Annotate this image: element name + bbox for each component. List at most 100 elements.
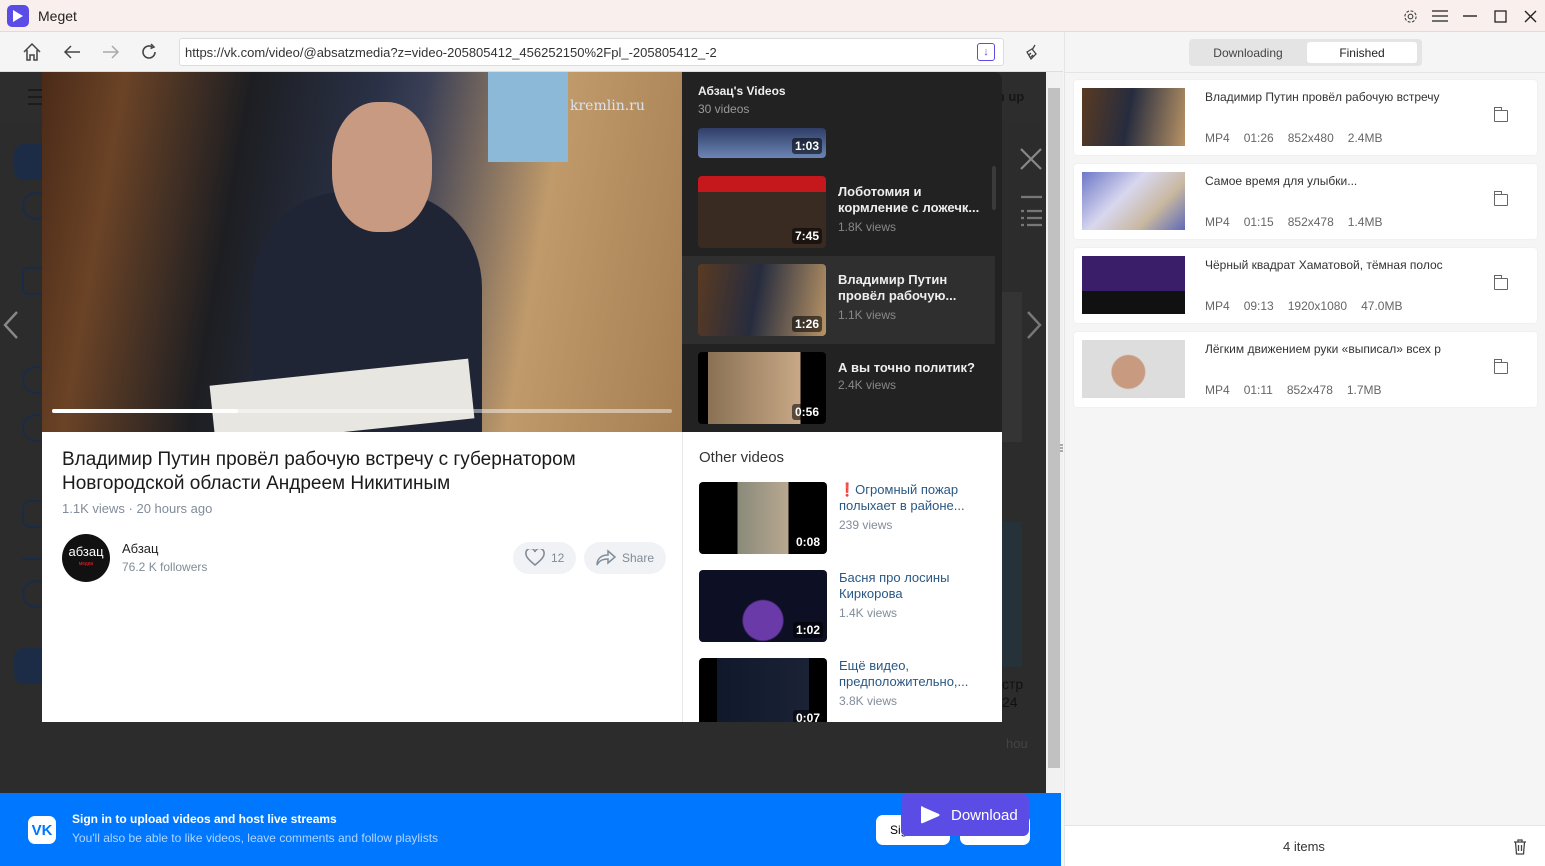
playlist-toggle-icon[interactable]: [1021, 209, 1042, 232]
download-meta: MP4 09:13 1920x1080 47.0MB: [1205, 299, 1416, 313]
folder-icon[interactable]: [1493, 275, 1508, 290]
share-label: Share: [622, 551, 655, 565]
download-title: Чёрный квадрат Хаматовой, тёмная полос: [1205, 258, 1443, 272]
arrow-left-icon: [63, 45, 80, 59]
download-button[interactable]: Download: [901, 794, 1029, 836]
download-resolution: 852x478: [1286, 383, 1333, 397]
download-item[interactable]: Владимир Путин провёл рабочую встречу MP…: [1074, 80, 1537, 155]
scrollbar-thumb[interactable]: [1048, 88, 1060, 768]
settings-icon[interactable]: [1395, 0, 1425, 32]
player-window-bg: [488, 72, 568, 162]
video-title: Владимир Путин провёл рабочую встречу с …: [62, 449, 576, 494]
duration-badge: 1:26: [791, 316, 822, 332]
video-info: Владимир Путин провёл рабочую встречу с …: [42, 432, 682, 722]
home-button[interactable]: [18, 38, 46, 66]
avatar-subtext: медиа: [78, 561, 94, 567]
trash-icon[interactable]: [1513, 838, 1526, 855]
playlist-thumbnail: 1:26: [698, 264, 826, 336]
channel-avatar[interactable]: абзац медиа: [62, 534, 110, 582]
download-thumbnail: [1082, 172, 1185, 230]
prev-video-arrow-icon[interactable]: [3, 310, 21, 340]
modal-minimize-icon[interactable]: [1021, 186, 1042, 204]
like-button[interactable]: 12: [513, 542, 577, 574]
playlist-item-active[interactable]: 1:26 Владимир Путин провёл рабочую... 1.…: [682, 256, 995, 344]
channel-playlist: Абзац's Videos 30 videos 1:03 7:45 Лобот…: [682, 72, 1002, 432]
clear-button[interactable]: [1018, 38, 1046, 66]
maximize-icon[interactable]: [1485, 0, 1515, 32]
other-video-thumbnail: 0:07: [699, 658, 827, 722]
reload-button[interactable]: [135, 38, 163, 66]
channel-followers: 76.2 K followers: [122, 560, 208, 574]
download-item[interactable]: Лёгким движением руки «выписал» всех р M…: [1074, 332, 1537, 407]
modal-close-icon[interactable]: [1020, 148, 1042, 175]
duration-badge: 0:56: [791, 404, 822, 420]
download-resolution: 852x478: [1287, 215, 1334, 229]
back-button[interactable]: [58, 38, 86, 66]
tab-finished[interactable]: Finished: [1307, 42, 1417, 63]
playlist-item-views: 1.1K views: [838, 308, 897, 322]
download-meta: MP4 01:11 852x478 1.7MB: [1205, 383, 1396, 397]
download-duration: 09:13: [1243, 299, 1274, 313]
like-count: 12: [551, 551, 565, 565]
close-icon[interactable]: [1515, 0, 1545, 32]
other-video-item[interactable]: 0:08 ❗Огромный пожар полыхает в районе..…: [699, 482, 999, 562]
other-video-thumbnail: 0:08: [699, 482, 827, 554]
banner-title: Sign in to upload videos and host live s…: [72, 812, 337, 826]
minimize-icon[interactable]: [1455, 0, 1485, 32]
channel-name[interactable]: Абзац: [122, 541, 158, 556]
folder-icon[interactable]: [1493, 107, 1508, 122]
playlist-thumbnail: 1:03: [698, 128, 826, 158]
other-video-item[interactable]: 0:07 Ещё видео, предположительно,... 3.8…: [699, 658, 999, 722]
panel-splitter-handle[interactable]: [1060, 444, 1064, 454]
url-text: https://vk.com/video/@absatzmedia?z=vide…: [185, 45, 717, 60]
playlist-title: Абзац's Videos: [698, 84, 786, 98]
other-video-item[interactable]: 1:02 Басня про лосины Киркорова 1.4K vie…: [699, 570, 999, 650]
forward-button[interactable]: [97, 38, 125, 66]
download-resolution: 852x480: [1287, 131, 1334, 145]
banner-subtitle: You'll also be able to like videos, leav…: [72, 831, 439, 845]
playlist-item-title: Лоботомия и кормление с ложечк...: [838, 184, 980, 215]
downloads-footer: 4 items: [1065, 825, 1545, 866]
folder-icon[interactable]: [1493, 359, 1508, 374]
download-item[interactable]: Самое время для улыбки... MP4 01:15 852x47…: [1074, 164, 1537, 239]
download-title: Лёгким движением руки «выписал» всех р: [1205, 342, 1441, 356]
meget-logo-icon: [921, 806, 940, 824]
meta-separator: ·: [128, 501, 133, 516]
tab-downloading[interactable]: Downloading: [1193, 42, 1303, 63]
app-logo-icon: [7, 5, 29, 27]
playlist-item-views: 2.4K views: [838, 378, 897, 392]
background-text: стр: [1002, 676, 1024, 692]
playlist-item[interactable]: 7:45 Лоботомия и кормление с ложечк... 1…: [682, 168, 995, 256]
download-item[interactable]: Чёрный квадрат Хаматовой, тёмная полос M…: [1074, 248, 1537, 323]
next-video-arrow-icon[interactable]: [1026, 310, 1044, 340]
video-modal: kremlin.ru Абзац's Videos 30 videos 1:03…: [42, 72, 1002, 794]
video-player[interactable]: kremlin.ru: [42, 72, 682, 432]
divider: [1065, 72, 1545, 73]
avatar-text: абзац: [68, 544, 104, 559]
playlist-item[interactable]: 1:03: [682, 114, 995, 158]
player-figure-head: [332, 102, 432, 232]
video-progress-fill: [52, 409, 238, 413]
browser-toolbar: https://vk.com/video/@absatzmedia?z=vide…: [0, 32, 1063, 72]
url-input[interactable]: https://vk.com/video/@absatzmedia?z=vide…: [179, 38, 1004, 66]
playlist-scrollbar[interactable]: [992, 130, 996, 430]
folder-icon[interactable]: [1493, 191, 1508, 206]
browser-scrollbar[interactable]: [1046, 72, 1063, 794]
playlist-item[interactable]: 0:56 А вы точно политик? 2.4K views: [682, 344, 995, 432]
title-bar: Meget: [0, 0, 1545, 32]
download-size: 1.7MB: [1346, 383, 1382, 397]
playlist-thumbnail: 0:56: [698, 352, 826, 424]
download-page-icon[interactable]: ↓: [977, 43, 995, 61]
other-video-views: 1.4K views: [839, 606, 898, 620]
menu-icon[interactable]: [1425, 0, 1455, 32]
download-duration: 01:15: [1243, 215, 1274, 229]
background-thumbnail: [1002, 522, 1022, 667]
vk-logo-icon: VK: [28, 816, 56, 844]
video-age: 20 hours ago: [136, 501, 213, 516]
playlist-thumbnail: 7:45: [698, 176, 826, 248]
duration-badge: 1:03: [791, 138, 822, 154]
download-format: MP4: [1205, 383, 1230, 397]
video-progress-bar[interactable]: [52, 409, 672, 413]
video-views: 1.1K views: [62, 501, 125, 516]
share-button[interactable]: Share: [584, 542, 667, 574]
